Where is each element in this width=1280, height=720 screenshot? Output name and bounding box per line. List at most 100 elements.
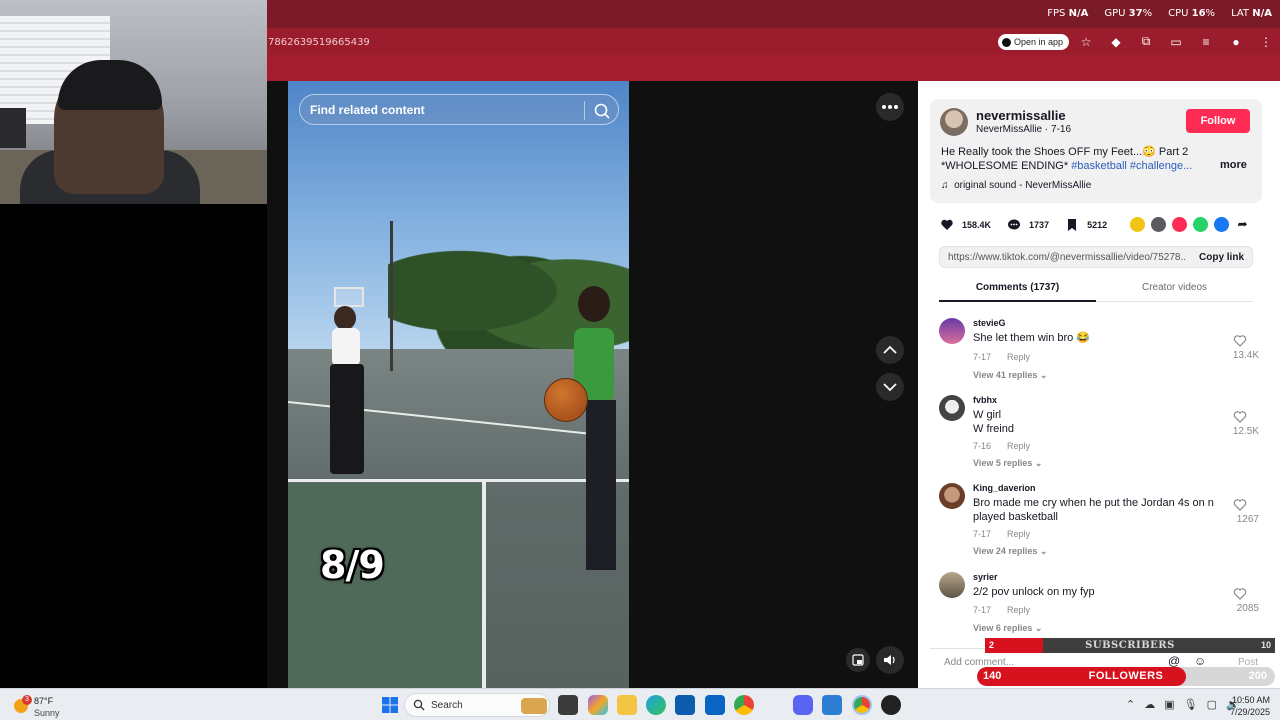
author-avatar[interactable]	[940, 108, 968, 136]
bookmark-star-icon[interactable]: ☆	[1078, 35, 1094, 49]
view-replies-button[interactable]: View 5 replies ⌄	[973, 458, 1042, 469]
commenter-avatar[interactable]	[939, 395, 965, 421]
sound-link[interactable]: ♫ original sound - NeverMissAllie	[941, 180, 1091, 191]
store-icon[interactable]	[675, 695, 695, 715]
engagement-row: 158.4K 1737 5212	[940, 217, 1107, 233]
extensions-puzzle-icon[interactable]: ⧉	[1138, 34, 1154, 49]
taskbar-clock[interactable]: 10:50 AM 7/29/2025	[1228, 694, 1270, 718]
view-replies-button[interactable]: View 24 replies ⌄	[973, 546, 1047, 557]
emoji-icon[interactable]: ☺	[1194, 654, 1206, 668]
chrome-icon[interactable]	[734, 695, 754, 715]
clock-time: 10:50 AM	[1231, 695, 1270, 705]
repost-icon[interactable]	[1130, 217, 1145, 232]
video-person-left	[324, 306, 372, 476]
music-note-icon: ♫	[941, 180, 949, 191]
share-link-box: https://www.tiktok.com/@nevermissallie/v…	[939, 246, 1253, 268]
edge-icon[interactable]	[646, 695, 666, 715]
search-divider	[584, 101, 585, 120]
chrome-active-icon[interactable]	[852, 695, 872, 715]
previous-video-button[interactable]	[876, 336, 904, 364]
taskbar-search-input[interactable]: Search	[404, 693, 550, 717]
display-icon[interactable]: ▢	[1207, 698, 1217, 711]
menu-kebab-icon[interactable]: ⋮	[1258, 35, 1274, 49]
profile-avatar-icon[interactable]: ●	[1228, 35, 1244, 49]
reply-button[interactable]: Reply	[1007, 352, 1030, 362]
discord-icon[interactable]	[793, 695, 813, 715]
whatsapp-icon[interactable]	[1193, 217, 1208, 232]
video-person-right	[548, 286, 628, 586]
mention-icon[interactable]: @	[1168, 654, 1180, 668]
more-options-button[interactable]	[876, 93, 904, 121]
comment-username[interactable]: syrier	[973, 572, 998, 582]
hashtag-link[interactable]: #basketball	[1071, 160, 1127, 172]
facebook-icon[interactable]	[1214, 217, 1229, 232]
windows-start-icon[interactable]	[380, 695, 400, 715]
comment-icon[interactable]	[1007, 218, 1021, 232]
search-icon[interactable]	[592, 101, 612, 121]
video-player[interactable]: 8/9	[288, 81, 629, 688]
open-in-app-button[interactable]: Open in app	[998, 34, 1070, 50]
comment-heart-icon[interactable]	[1233, 498, 1247, 512]
chevron-down-icon	[883, 383, 897, 392]
tab-creator-videos[interactable]: Creator videos	[1096, 279, 1253, 293]
commenter-avatar[interactable]	[939, 572, 965, 598]
more-description-button[interactable]: more	[1220, 159, 1247, 171]
gpu-stat: GPU 37%	[1104, 8, 1153, 19]
cast-icon[interactable]: ▭	[1168, 35, 1184, 49]
outlook-icon[interactable]	[705, 695, 725, 715]
comment-like-count: 12.5K	[1232, 426, 1259, 437]
heart-icon[interactable]	[940, 218, 954, 232]
comment-username[interactable]: King_daverion	[973, 483, 1036, 493]
next-video-button[interactable]	[876, 373, 904, 401]
follow-button[interactable]: Follow	[1186, 109, 1250, 133]
author-username[interactable]: nevermissallie	[976, 108, 1066, 123]
comment-username[interactable]: fvbhx	[973, 395, 997, 405]
followers-goal-current: 140	[983, 670, 1002, 682]
share-arrow-icon[interactable]: ➦	[1235, 217, 1250, 232]
reply-button[interactable]: Reply	[1007, 605, 1030, 615]
media-queue-icon[interactable]: ≡	[1198, 35, 1214, 49]
post-info-card: nevermissallie NeverMissAllie · 7-16 Fol…	[930, 99, 1262, 203]
subscribers-goal-current: 2	[989, 640, 995, 650]
task-view-icon[interactable]	[558, 695, 578, 715]
view-replies-button[interactable]: View 41 replies ⌄	[973, 370, 1047, 381]
comment-like-count: 2085	[1236, 603, 1259, 614]
mini-player-button[interactable]	[846, 648, 870, 672]
obs-icon[interactable]	[881, 695, 901, 715]
tray-overflow-icon[interactable]: ⌃	[1126, 698, 1135, 711]
comment-meta: 7-17 Reply	[973, 529, 1031, 539]
weather-widget[interactable]: 3 87°F Sunny	[12, 693, 92, 719]
hashtag-link[interactable]: #challenge...	[1130, 160, 1192, 172]
view-replies-button[interactable]: View 6 replies ⌄	[973, 623, 1042, 634]
bookmark-icon[interactable]	[1065, 218, 1079, 232]
comment-like-count: 13.4K	[1232, 350, 1259, 361]
file-explorer-icon[interactable]	[617, 695, 637, 715]
related-search-input[interactable]: Find related content	[299, 94, 619, 125]
tab-comments[interactable]: Comments (1737)	[939, 279, 1096, 302]
commenter-avatar[interactable]	[939, 483, 965, 509]
volume-button[interactable]	[876, 646, 904, 674]
reply-button[interactable]: Reply	[1007, 441, 1030, 451]
cloud-icon[interactable]: ☁	[1144, 698, 1155, 711]
send-icon[interactable]	[1172, 217, 1187, 232]
comment-heart-icon[interactable]	[1233, 334, 1247, 348]
commenter-avatar[interactable]	[939, 318, 965, 344]
comment-heart-icon[interactable]	[1233, 587, 1247, 601]
comment-username[interactable]: stevieG	[973, 318, 1006, 328]
extension-diamond-icon[interactable]: ◆	[1108, 35, 1124, 49]
comment-text: She let them win bro 😂	[973, 332, 1091, 344]
basketball-hoop	[334, 287, 364, 307]
share-link-url[interactable]: https://www.tiktok.com/@nevermissallie/v…	[948, 252, 1186, 263]
vscode-icon[interactable]	[822, 695, 842, 715]
onedrive-icon[interactable]: ▣	[1164, 698, 1174, 711]
comment-count: 1737	[1029, 220, 1050, 230]
copy-link-button[interactable]: Copy link	[1199, 252, 1244, 263]
comment-meta: 7-17 Reply	[973, 352, 1031, 362]
comment-heart-icon[interactable]	[1233, 410, 1247, 424]
reply-button[interactable]: Reply	[1007, 529, 1030, 539]
url-text[interactable]: 7862639519665439	[268, 37, 370, 48]
embed-icon[interactable]	[1151, 217, 1166, 232]
copilot-icon[interactable]	[588, 695, 608, 715]
comment-meta: 7-17 Reply	[973, 605, 1031, 615]
microphone-icon[interactable]: 🎙	[1184, 698, 1198, 711]
